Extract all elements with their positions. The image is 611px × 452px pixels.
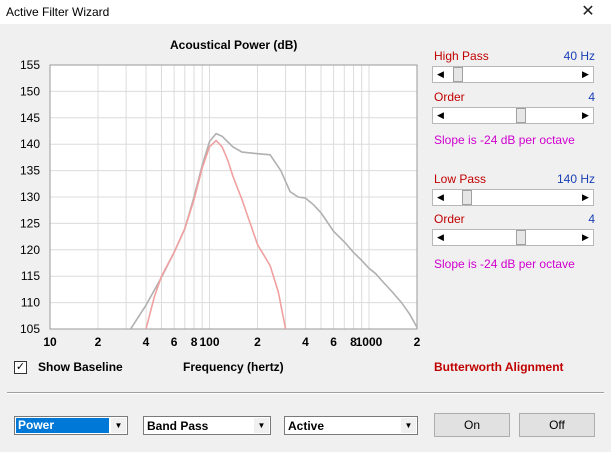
low-slope-text: Slope is -24 dB per octave — [434, 257, 575, 271]
y-tick-label: 150 — [20, 84, 40, 98]
measure-select[interactable]: Power ▼ — [14, 416, 128, 435]
slider-left-arrow-icon[interactable]: ◀ — [433, 67, 448, 82]
y-tick-label: 105 — [20, 322, 40, 336]
x-tick-label: 4 — [302, 335, 309, 349]
high-order-label: Order — [434, 90, 465, 104]
chevron-down-icon[interactable]: ▼ — [401, 418, 416, 433]
off-button[interactable]: Off — [519, 413, 595, 437]
measure-select-value: Power — [16, 418, 109, 433]
x-tick-label: 10 — [43, 335, 57, 349]
show-baseline-checkbox[interactable]: ✓ — [14, 361, 27, 374]
y-tick-label: 130 — [20, 190, 40, 204]
y-tick-label: 125 — [20, 216, 40, 230]
filter-type-select[interactable]: Band Pass ▼ — [143, 416, 271, 435]
low-order-value: 4 — [588, 212, 595, 226]
high-order-value: 4 — [588, 90, 595, 104]
mode-select[interactable]: Active ▼ — [284, 416, 418, 435]
slider-thumb[interactable] — [453, 67, 463, 82]
y-tick-label: 155 — [20, 58, 40, 72]
slider-right-arrow-icon[interactable]: ▶ — [578, 67, 593, 82]
chevron-down-icon[interactable]: ▼ — [111, 418, 126, 433]
high-order-slider[interactable]: ◀ ▶ — [432, 107, 594, 124]
low-pass-label: Low Pass — [434, 172, 487, 186]
filter-type-select-value: Band Pass — [147, 419, 209, 433]
slider-right-arrow-icon[interactable]: ▶ — [578, 230, 593, 245]
high-slope-text: Slope is -24 dB per octave — [434, 133, 575, 147]
y-tick-label: 120 — [20, 243, 40, 257]
slider-right-arrow-icon[interactable]: ▶ — [578, 190, 593, 205]
y-tick-label: 110 — [21, 296, 40, 310]
y-tick-label: 115 — [21, 269, 40, 283]
slider-thumb[interactable] — [516, 230, 526, 245]
response-chart: 10511011512012513013514014515015510 2 4 6 8 1… — [20, 58, 421, 349]
close-icon[interactable]: ✕ — [565, 0, 611, 24]
on-button[interactable]: On — [434, 413, 510, 437]
chart-title: Acoustical Power (dB) — [170, 38, 298, 52]
slider-left-arrow-icon[interactable]: ◀ — [433, 190, 448, 205]
slider-thumb[interactable] — [462, 190, 472, 205]
y-tick-label: 140 — [20, 137, 40, 151]
low-pass-slider[interactable]: ◀ ▶ — [432, 189, 594, 206]
window-title: Active Filter Wizard — [6, 5, 110, 19]
slider-left-arrow-icon[interactable]: ◀ — [433, 230, 448, 245]
high-pass-value: 40 Hz — [563, 49, 595, 63]
mode-select-value: Active — [288, 419, 325, 433]
high-pass-label: High Pass — [434, 49, 489, 63]
low-order-label: Order — [434, 212, 465, 226]
x-tick-label: 2 — [95, 335, 102, 349]
x-tick-label: 2 — [254, 335, 261, 349]
chevron-down-icon[interactable]: ▼ — [254, 418, 269, 433]
low-pass-value: 140 Hz — [556, 172, 595, 186]
x-tick-label: 8 — [191, 335, 198, 349]
y-tick-label: 145 — [20, 111, 40, 125]
slider-left-arrow-icon[interactable]: ◀ — [433, 108, 448, 123]
high-pass-slider[interactable]: ◀ ▶ — [432, 66, 594, 83]
x-tick-label: 1000 — [356, 335, 383, 349]
alignment-label: Butterworth Alignment — [434, 360, 564, 374]
low-order-slider[interactable]: ◀ ▶ — [432, 229, 594, 246]
x-tick-label: 100 — [199, 335, 219, 349]
slider-thumb[interactable] — [516, 108, 526, 123]
x-tick-label: 6 — [171, 335, 178, 349]
x-tick-label: 4 — [143, 335, 150, 349]
show-baseline-label[interactable]: Show Baseline — [38, 360, 123, 374]
x-tick-label: 6 — [330, 335, 337, 349]
x-tick-label: 2 — [414, 335, 421, 349]
title-bar: Active Filter Wizard ✕ — [0, 0, 611, 24]
x-axis-label: Frequency (hertz) — [183, 360, 284, 374]
slider-right-arrow-icon[interactable]: ▶ — [578, 108, 593, 123]
separator — [7, 392, 604, 394]
y-tick-label: 135 — [20, 164, 40, 178]
